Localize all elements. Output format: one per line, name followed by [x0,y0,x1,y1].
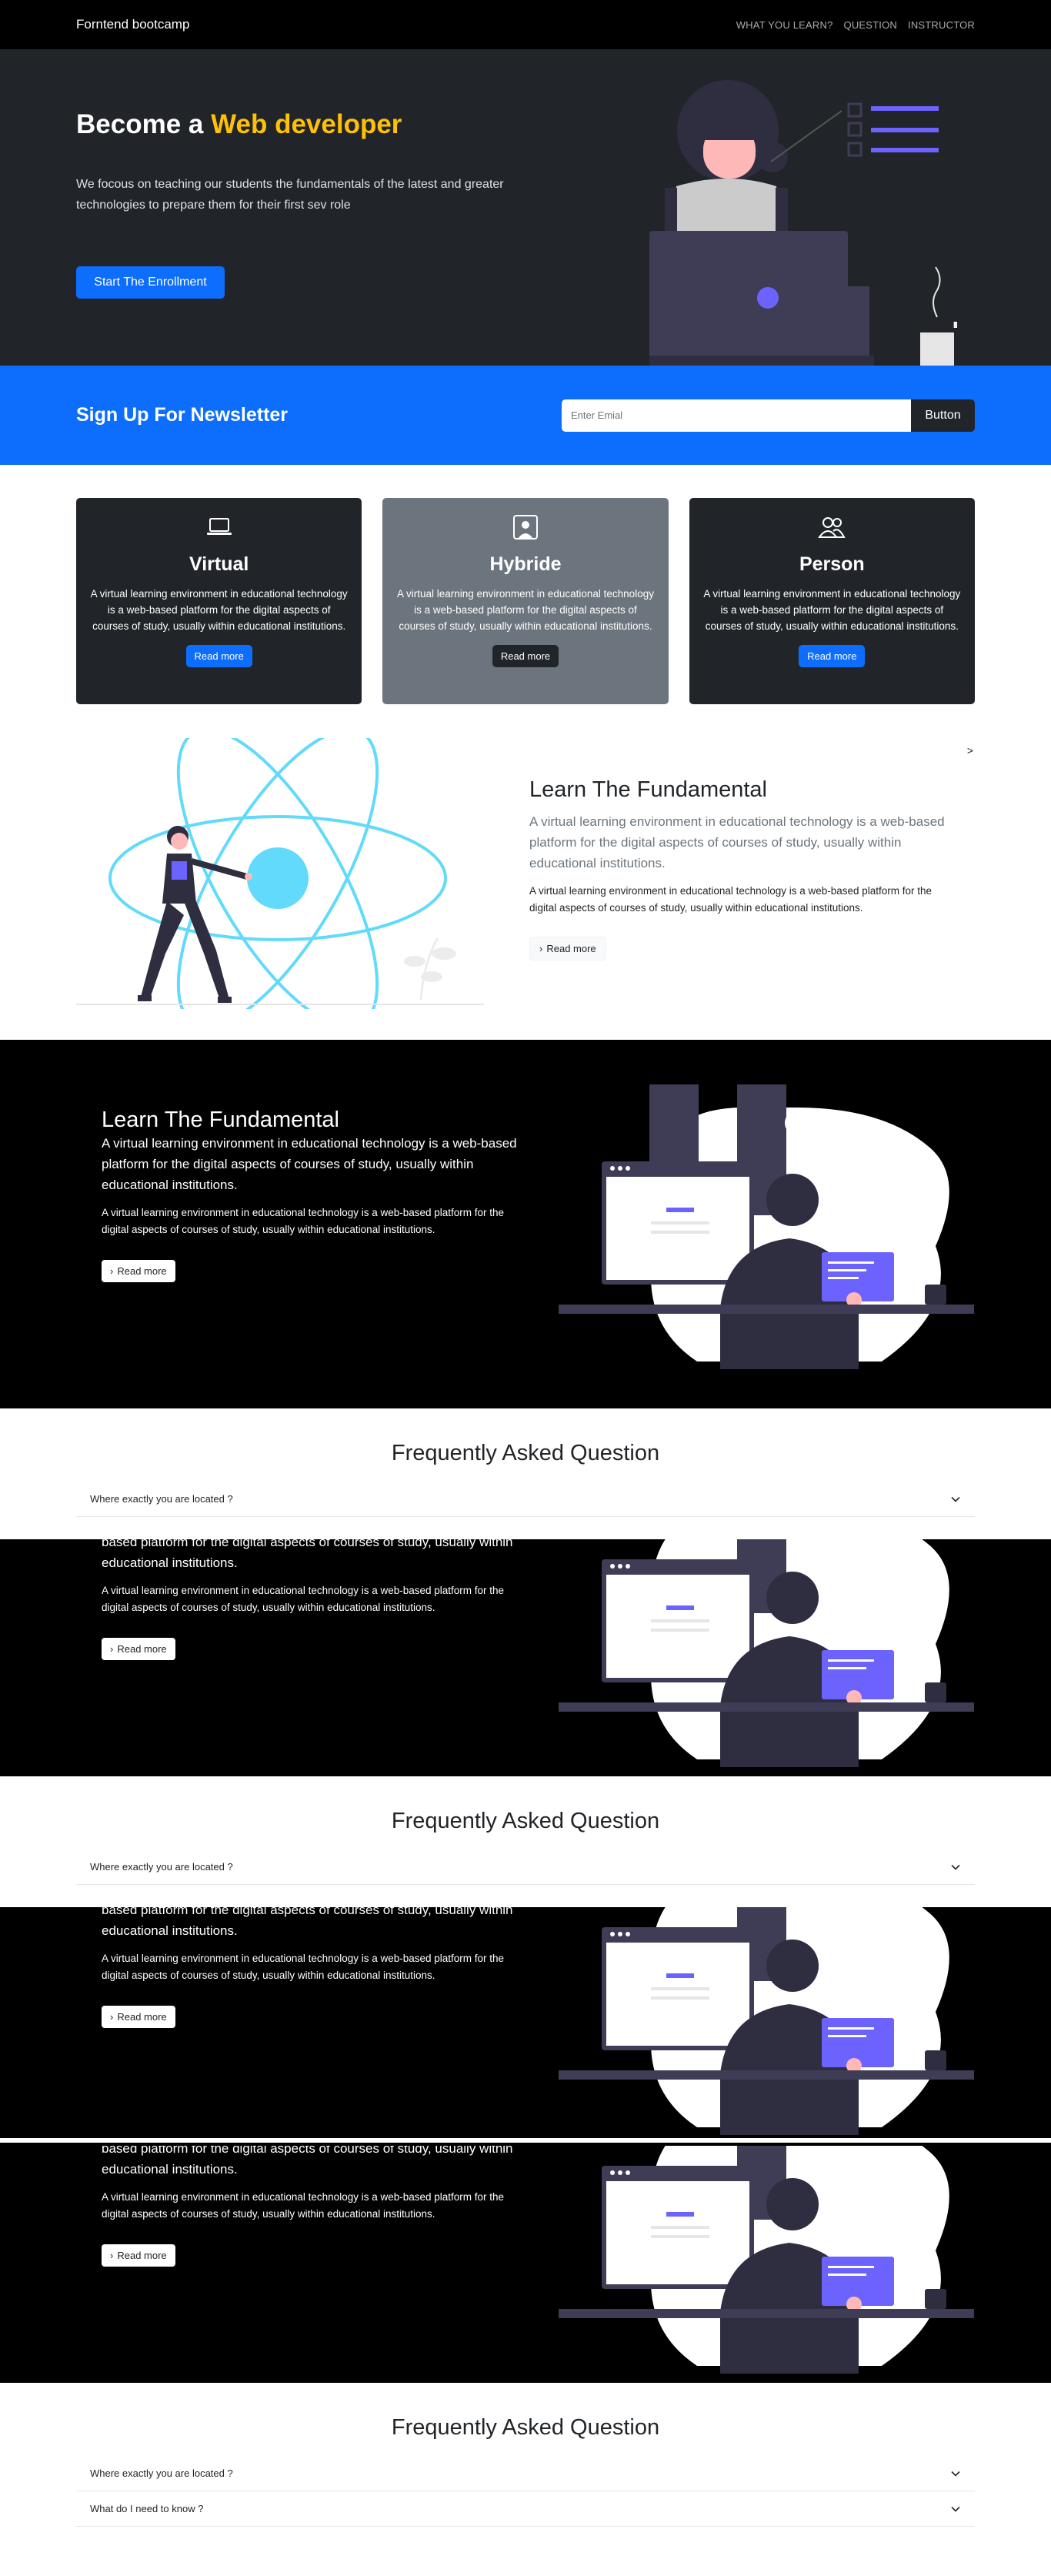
faq-question: Where exactly you are located ? [90,1493,233,1505]
faq-item[interactable]: Where exactly you are located ? [76,1482,975,1517]
person-badge-icon [382,512,668,543]
learn-dark-lead: A virtual learning environment in educat… [102,1136,517,1192]
learn-dark-text: A virtual learning environment in educat… [102,2191,505,2220]
learn-read-more-button[interactable]: › Read more [529,937,606,961]
newsletter-form: Button [562,399,975,432]
faq-question: Where exactly you are located ? [90,2467,233,2479]
nav-links: WHAT YOU LEARN? QUESTION INSTRUCTOR [736,19,975,31]
learn-dark-read-more-button[interactable]: › Read more [102,2006,175,2028]
learn-dark-section-repeat: based platform for the digital aspects o… [0,2146,1051,2383]
people-icon [689,512,975,543]
divider [0,2138,1051,2143]
newsletter-section: Sign Up For Newsletter Button [0,366,1051,465]
hero-section: Become a Web developer We focous on teac… [0,49,1051,366]
card-read-more-button[interactable]: Read more [185,645,252,667]
read-more-label: Read more [117,1643,167,1655]
newsletter-submit-button[interactable]: Button [911,399,975,432]
chevron-right-icon: › [110,1265,114,1277]
chevron-right-icon: › [539,943,543,954]
faq-item[interactable]: Where exactly you are located ? [76,1849,975,1885]
chevron-down-icon [951,1496,960,1502]
learn-dark-read-more-button[interactable]: › Read more [102,1638,175,1660]
hero-title-prefix: Become a [76,109,204,139]
hero-illustration [649,80,957,366]
read-more-label: Read more [117,1265,167,1277]
learn-dark-lead: based platform for the digital aspects o… [102,1907,513,1938]
learn-dark-text-block: based platform for the digital aspects o… [102,1539,517,1660]
card-title: Hybride [489,553,562,575]
faq-item[interactable]: Where exactly you are located ? [76,2456,975,2491]
chevron-down-icon [951,2506,960,2512]
learn-dark-read-more-button[interactable]: › Read more [102,1260,175,1282]
read-more-label: Read more [546,943,596,954]
nav-link-instructor[interactable]: INSTRUCTOR [908,19,975,31]
card-title: Virtual [189,553,249,575]
chevron-right-icon: › [110,2250,114,2261]
learn-dark-text: A virtual learning environment in educat… [102,1585,505,1613]
chevron-down-icon [951,1864,960,1870]
learn-dark-section: Learn The Fundamental A virtual learning… [0,1040,1051,1408]
learn-dark-text: A virtual learning environment in educat… [102,1953,505,1981]
faq-section-repeat: Frequently Asked Question Where exactly … [0,1776,1051,1907]
chevron-right-icon: › [110,1643,114,1655]
card-read-more-button[interactable]: Read more [492,645,559,667]
learn-dark-section-repeat: based platform for the digital aspects o… [0,1539,1051,1776]
learn-dark-title: Learn The Fundamental [102,1108,340,1132]
newsletter-title: Sign Up For Newsletter [76,404,289,426]
card-virtual: Virtual A virtual learning environment i… [76,498,362,704]
laptop-icon [76,512,362,543]
faq-question: What do I need to know ? [90,2503,204,2514]
chevron-right-icon: › [110,2011,114,2023]
card-title: Person [799,553,865,575]
email-input[interactable] [562,399,911,432]
learn-title: Learn The Fundamental [529,777,768,802]
card-text: A virtual learning environment in educat… [703,588,961,632]
desk-illustration [559,1084,974,1369]
nav-link-question[interactable]: QUESTION [844,19,898,31]
brand-logo[interactable]: Forntend bootcamp [76,17,189,32]
faq-title: Frequently Asked Question [391,1441,660,1465]
chevron-right-icon[interactable]: > [967,744,973,757]
learn-lead: A virtual learning environment in educat… [529,814,945,870]
learn-section: > Learn The Fundamental A virtual learni… [0,706,1051,1040]
start-enrollment-button[interactable]: Start The Enrollment [76,266,225,299]
faq-question: Where exactly you are located ? [90,1861,233,1873]
learn-dark-section-repeat: based platform for the digital aspects o… [0,1907,1051,2146]
faq-section: Frequently Asked Question Where exactly … [0,1408,1051,1539]
card-hybride: Hybride A virtual learning environment i… [382,498,669,704]
hero-title: Become a Web developer [76,109,402,140]
learn-dark-lead: based platform for the digital aspects o… [102,2146,513,2177]
learn-dark-text-block: based platform for the digital aspects o… [102,1907,517,2028]
features-section: Virtual A virtual learning environment i… [0,465,1051,706]
faq-item[interactable]: What do I need to know ? [76,2491,975,2527]
hero-title-accent: Web developer [211,109,402,139]
card-text: A virtual learning environment in educat… [397,588,654,632]
card-person: Person A virtual learning environment in… [689,498,975,704]
read-more-label: Read more [117,2011,167,2023]
desk-illustration [559,2146,974,2374]
nav-link-what-you-learn[interactable]: WHAT YOU LEARN? [736,19,833,31]
chevron-down-icon [951,2471,960,2477]
desk-illustration [559,1539,974,1767]
card-read-more-button[interactable]: Read more [799,645,866,667]
learn-dark-text: A virtual learning environment in educat… [102,1207,505,1235]
desk-illustration [559,1907,974,2135]
hero-subtitle: We focous on teaching our students the f… [76,178,504,212]
react-illustration [76,738,484,1009]
page: { "nav": { "brand": "Forntend bootcamp",… [0,0,1051,2576]
learn-dark-text-block: based platform for the digital aspects o… [102,2146,517,2267]
faq-section-repeat: Frequently Asked Question Where exactly … [0,2383,1051,2537]
learn-dark-read-more-button[interactable]: › Read more [102,2244,175,2267]
faq-title: Frequently Asked Question [391,2415,660,2440]
navbar: Forntend bootcamp WHAT YOU LEARN? QUESTI… [0,0,1051,49]
learn-text: A virtual learning environment in educat… [529,885,933,914]
learn-dark-lead: based platform for the digital aspects o… [102,1539,513,1570]
learn-dark-text-block: Learn The Fundamental A virtual learning… [102,1108,517,1282]
learn-text-block: Learn The Fundamental A virtual learning… [529,777,945,961]
read-more-label: Read more [117,2250,167,2261]
faq-title: Frequently Asked Question [391,1809,660,1833]
card-text: A virtual learning environment in educat… [90,588,348,632]
